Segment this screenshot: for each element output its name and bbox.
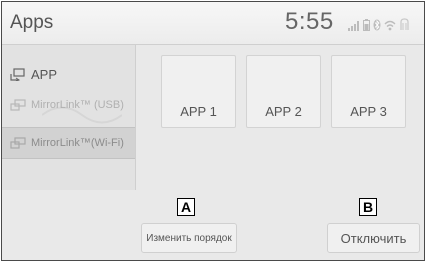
sidebar-item-mirrorlink-usb[interactable]: MirrorLink™ (USB) — [2, 90, 135, 120]
app-icon — [10, 67, 28, 81]
bluetooth-icon — [373, 19, 381, 31]
mirrorlink-icon — [10, 136, 28, 150]
sidebar-item-label: MirrorLink™ (USB) — [31, 99, 124, 111]
callout-marker-b: B — [359, 198, 377, 216]
connection-icon — [400, 18, 409, 30]
sidebar-item-label: MirrorLink™(Wi-Fi) — [31, 137, 124, 149]
status-icons — [348, 17, 410, 31]
app-tile-2[interactable]: APP 2 — [246, 55, 321, 128]
mirrorlink-icon — [10, 98, 28, 112]
app-tile-3[interactable]: APP 3 — [331, 55, 406, 128]
header-bar: Apps 5:55 — [2, 2, 424, 45]
app-tile-label: APP 1 — [180, 104, 217, 119]
signal-icon — [348, 21, 359, 31]
sidebar-item-mirrorlink-wifi[interactable]: MirrorLink™(Wi-Fi) — [2, 127, 135, 159]
battery-icon — [363, 19, 370, 31]
sidebar-item-label: APP — [31, 66, 58, 82]
app-tile-label: APP 2 — [265, 104, 302, 119]
disconnect-button[interactable]: Отключить — [327, 223, 420, 253]
callout-marker-a: A — [177, 198, 195, 216]
app-tile-1[interactable]: APP 1 — [161, 55, 236, 128]
page-title: Apps — [10, 12, 54, 33]
wifi-icon — [384, 20, 396, 31]
sidebar: APP MirrorLink™ (USB) MirrorLink™(Wi-Fi) — [2, 45, 136, 190]
sidebar-item-app[interactable]: APP — [2, 59, 135, 89]
clock: 5:55 — [285, 8, 334, 35]
app-tile-label: APP 3 — [350, 104, 387, 119]
apps-screen: Apps 5:55 APP MirrorLink™ (USB) MirrorLi… — [1, 1, 425, 261]
reorder-button[interactable]: Изменить порядок — [141, 223, 237, 253]
